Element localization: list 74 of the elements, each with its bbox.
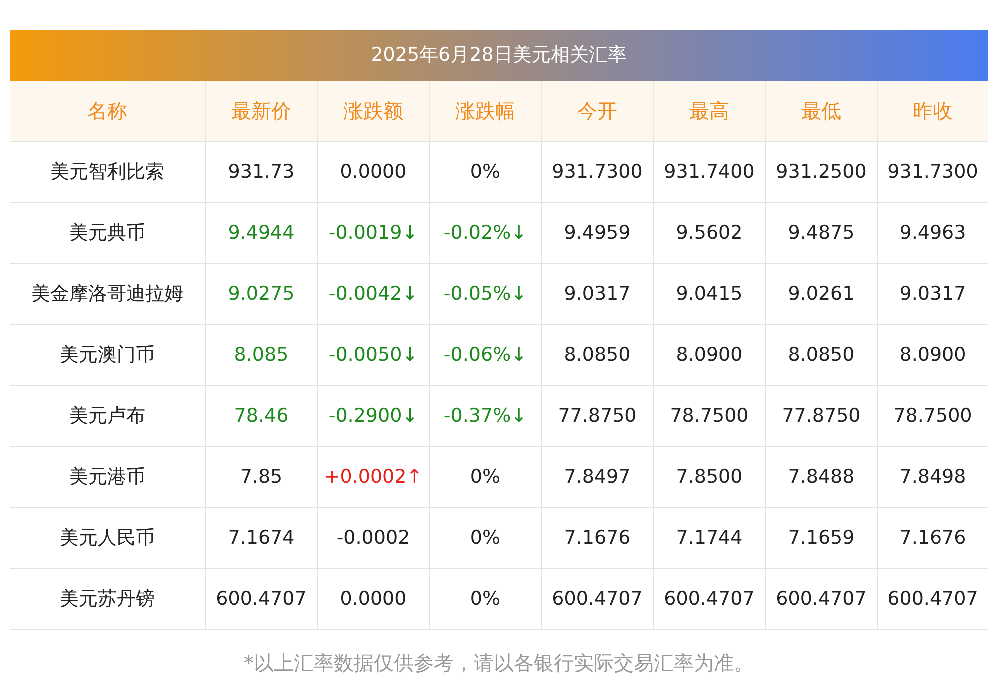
table-cell: 美元苏丹镑 bbox=[10, 568, 205, 629]
table-cell: 7.1674 bbox=[205, 507, 317, 568]
table-cell: 8.0850 bbox=[765, 324, 877, 385]
table-cell: 9.4944 bbox=[205, 202, 317, 263]
footnote: *以上汇率数据仅供参考，请以各银行实际交易汇率为准。 bbox=[243, 650, 755, 677]
table-cell: 7.8500 bbox=[653, 446, 765, 507]
table-cell: 78.46 bbox=[205, 385, 317, 446]
column-header: 最低 bbox=[765, 81, 877, 141]
table-cell: -0.0002 bbox=[317, 507, 429, 568]
table-cell: 9.0261 bbox=[765, 263, 877, 324]
table-cell: -0.0019↓ bbox=[317, 202, 429, 263]
table-cell: 9.4959 bbox=[541, 202, 653, 263]
table-title: 2025年6月28日美元相关汇率 bbox=[10, 30, 988, 81]
table-cell: 600.4707 bbox=[205, 568, 317, 629]
table-cell: 7.1676 bbox=[877, 507, 988, 568]
table-cell: 0.0000 bbox=[317, 568, 429, 629]
table-cell: 9.4963 bbox=[877, 202, 988, 263]
table-cell: 931.7300 bbox=[877, 141, 988, 202]
table-cell: 8.0850 bbox=[541, 324, 653, 385]
table-cell: 8.0900 bbox=[653, 324, 765, 385]
table-cell: 9.4875 bbox=[765, 202, 877, 263]
table-cell: 0% bbox=[429, 141, 541, 202]
table-cell: 78.7500 bbox=[877, 385, 988, 446]
table-cell: 9.0415 bbox=[653, 263, 765, 324]
column-header: 昨收 bbox=[877, 81, 988, 141]
table-cell: 0% bbox=[429, 507, 541, 568]
table-cell: 600.4707 bbox=[765, 568, 877, 629]
table-cell: 600.4707 bbox=[541, 568, 653, 629]
column-header: 涨跌额 bbox=[317, 81, 429, 141]
column-header: 最新价 bbox=[205, 81, 317, 141]
table-cell: 美元港币 bbox=[10, 446, 205, 507]
table-cell: 9.0317 bbox=[877, 263, 988, 324]
table-cell: 0% bbox=[429, 446, 541, 507]
column-header: 最高 bbox=[653, 81, 765, 141]
table-cell: -0.02%↓ bbox=[429, 202, 541, 263]
table-cell: 0% bbox=[429, 568, 541, 629]
column-header: 涨跌幅 bbox=[429, 81, 541, 141]
table-cell: 78.7500 bbox=[653, 385, 765, 446]
table-cell: 7.8488 bbox=[765, 446, 877, 507]
table-cell: +0.0002↑ bbox=[317, 446, 429, 507]
table-cell: 9.0275 bbox=[205, 263, 317, 324]
table-cell: 美元卢布 bbox=[10, 385, 205, 446]
table-cell: 600.4707 bbox=[877, 568, 988, 629]
table-cell: 7.1659 bbox=[765, 507, 877, 568]
table-cell: 美元典币 bbox=[10, 202, 205, 263]
table-cell: 77.8750 bbox=[765, 385, 877, 446]
table-cell: 9.5602 bbox=[653, 202, 765, 263]
table-cell: 77.8750 bbox=[541, 385, 653, 446]
table-cell: -0.37%↓ bbox=[429, 385, 541, 446]
table-cell: 美元智利比索 bbox=[10, 141, 205, 202]
table-cell: 美金摩洛哥迪拉姆 bbox=[10, 263, 205, 324]
table-cell: -0.2900↓ bbox=[317, 385, 429, 446]
table-cell: 8.085 bbox=[205, 324, 317, 385]
table-cell: -0.06%↓ bbox=[429, 324, 541, 385]
table-cell: 931.2500 bbox=[765, 141, 877, 202]
table-cell: 7.8497 bbox=[541, 446, 653, 507]
table-cell: 7.85 bbox=[205, 446, 317, 507]
table-cell: -0.05%↓ bbox=[429, 263, 541, 324]
table-cell: 7.1676 bbox=[541, 507, 653, 568]
table-cell: 931.7400 bbox=[653, 141, 765, 202]
table-cell: 7.1744 bbox=[653, 507, 765, 568]
column-header: 名称 bbox=[10, 81, 205, 141]
table-cell: 美元澳门币 bbox=[10, 324, 205, 385]
table-cell: 931.7300 bbox=[541, 141, 653, 202]
column-header: 今开 bbox=[541, 81, 653, 141]
table-cell: 8.0900 bbox=[877, 324, 988, 385]
table-cell: 9.0317 bbox=[541, 263, 653, 324]
table-cell: 600.4707 bbox=[653, 568, 765, 629]
table-cell: 931.73 bbox=[205, 141, 317, 202]
table-cell: -0.0050↓ bbox=[317, 324, 429, 385]
table-cell: -0.0042↓ bbox=[317, 263, 429, 324]
table-cell: 7.8498 bbox=[877, 446, 988, 507]
table-cell: 美元人民币 bbox=[10, 507, 205, 568]
table-cell: 0.0000 bbox=[317, 141, 429, 202]
